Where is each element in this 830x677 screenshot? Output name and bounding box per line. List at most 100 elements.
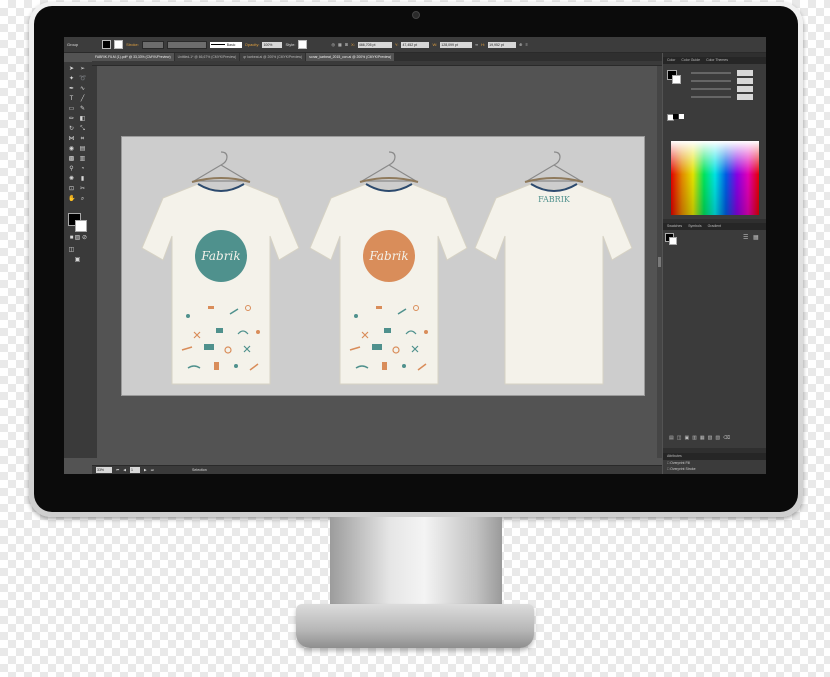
zoom-field[interactable]: 33% bbox=[96, 467, 112, 473]
overprint-fill-checkbox[interactable]: □ Overprint Fill bbox=[667, 461, 690, 465]
first-artboard-icon[interactable]: ⏮ bbox=[116, 468, 119, 472]
magic-wand-tool-icon[interactable]: ✦ bbox=[68, 76, 75, 83]
screen-mode-icon[interactable]: ▣ bbox=[74, 257, 81, 264]
fill-swatch[interactable] bbox=[102, 40, 112, 49]
link-proportions-icon[interactable]: ∞ bbox=[475, 42, 478, 47]
graphic-style-swatch[interactable] bbox=[298, 40, 308, 49]
rectangle-tool-icon[interactable]: ▭ bbox=[68, 106, 75, 113]
free-transform-tool-icon[interactable]: ⌗ bbox=[79, 136, 86, 143]
swatches-panel: ☰ ▦ ▤◫▣▥▦▧▨⌫ bbox=[663, 230, 766, 448]
swatch-stroke-box[interactable] bbox=[669, 237, 677, 245]
black-swatch[interactable] bbox=[673, 114, 678, 119]
hand-tool-icon[interactable]: ✋ bbox=[68, 196, 75, 203]
list-view-icon[interactable]: ☰ bbox=[743, 234, 748, 241]
opacity-label[interactable]: Opacity: bbox=[245, 42, 260, 47]
width-field[interactable]: 128,099 pt bbox=[440, 41, 473, 48]
tab-symbols[interactable]: Symbols bbox=[688, 223, 701, 230]
color-slider-y[interactable] bbox=[691, 88, 731, 90]
attributes-panel-tab: Attributes bbox=[663, 453, 766, 460]
pen-tool-icon[interactable]: ✒ bbox=[68, 86, 75, 93]
control-menu-icon[interactable]: ≡ bbox=[526, 42, 528, 47]
tools-panel: ➤ ➢ ✦ ➰ ✒ ∿ T ╱ ▭ ✎ ✏ ◧ ↻ ⤡ ⋈ ⌗ ◉ ▤ ▩ ▥ … bbox=[64, 62, 93, 458]
stroke-swatch[interactable] bbox=[114, 40, 124, 49]
lasso-tool-icon[interactable]: ➰ bbox=[79, 76, 86, 83]
width-tool-icon[interactable]: ⋈ bbox=[68, 136, 75, 143]
paintbrush-tool-icon[interactable]: ✎ bbox=[79, 106, 86, 113]
brush-profile-label: Basic bbox=[226, 42, 236, 47]
y-field[interactable]: 47,452 pt bbox=[401, 41, 430, 48]
selection-type-label: Group bbox=[67, 42, 79, 47]
height-field[interactable]: 19,952 pt bbox=[488, 41, 517, 48]
perspective-grid-tool-icon[interactable]: ▤ bbox=[79, 146, 86, 153]
draw-mode-icon[interactable]: ◫ bbox=[68, 247, 75, 254]
gradient-mode-icon[interactable]: ▨ bbox=[74, 235, 81, 242]
color-stroke-box[interactable] bbox=[672, 75, 681, 84]
none-mode-icon[interactable]: ⊘ bbox=[81, 235, 88, 242]
blend-tool-icon[interactable]: ◔ bbox=[79, 166, 86, 173]
stroke-label[interactable]: Stroke: bbox=[126, 42, 139, 47]
type-tool-icon[interactable]: T bbox=[68, 96, 75, 103]
document-tab[interactable]: FABRIK.FILM (1).pdf* @ 33,33% (CMYK/Prev… bbox=[92, 53, 174, 61]
color-slider-c[interactable] bbox=[691, 72, 731, 74]
document-tab[interactable]: sonar_karbeat_2015_con.ai @ 200% (CMYK/P… bbox=[306, 53, 395, 61]
direct-selection-tool-icon[interactable]: ➢ bbox=[79, 66, 86, 73]
transform-icon[interactable]: ⊕ bbox=[519, 42, 522, 47]
tab-color-themes[interactable]: Color Themes bbox=[706, 57, 728, 64]
overprint-fill-label: Overprint Fill bbox=[670, 461, 690, 465]
thumbnail-view-icon[interactable]: ▦ bbox=[753, 234, 759, 241]
scrollbar-thumb[interactable] bbox=[658, 257, 661, 267]
tab-color[interactable]: Color bbox=[667, 57, 675, 64]
color-spectrum[interactable] bbox=[671, 141, 759, 215]
artboard-number-field[interactable]: 1 bbox=[130, 467, 140, 473]
logo-text: Fabrik bbox=[368, 249, 408, 263]
tshirt-front-orange: Fabrik bbox=[309, 151, 468, 385]
overprint-stroke-checkbox[interactable]: □ Overprint Stroke bbox=[667, 467, 696, 471]
slice-tool-icon[interactable]: ✂ bbox=[79, 186, 86, 193]
stroke-weight-field[interactable] bbox=[141, 40, 164, 49]
document-tab[interactable]: Untitled-1* @ 66,67% (CMYK/Preview) bbox=[174, 53, 240, 61]
tab-swatches[interactable]: Swatches bbox=[667, 223, 682, 230]
recolor-icon[interactable]: ◎ bbox=[331, 42, 335, 47]
selection-tool-icon[interactable]: ➤ bbox=[68, 66, 75, 73]
x-field[interactable]: 466,705 pt bbox=[357, 41, 392, 48]
align-icon[interactable]: ▦ bbox=[338, 42, 342, 47]
graph-tool-icon[interactable]: ▮ bbox=[79, 176, 86, 183]
stroke-color-box[interactable] bbox=[75, 220, 87, 232]
attributes-panel: □ Overprint Fill □ Overprint Stroke bbox=[663, 460, 766, 474]
gradient-tool-icon[interactable]: ▥ bbox=[79, 156, 86, 163]
shape-builder-tool-icon[interactable]: ◉ bbox=[68, 146, 75, 153]
eraser-tool-icon[interactable]: ◧ bbox=[79, 116, 86, 123]
color-value-c[interactable] bbox=[737, 70, 753, 76]
symbol-sprayer-tool-icon[interactable]: ✺ bbox=[68, 176, 75, 183]
line-tool-icon[interactable]: ╱ bbox=[79, 96, 86, 103]
artboard-tool-icon[interactable]: ⊡ bbox=[68, 186, 75, 193]
document-tab[interactable]: qr karbeat.ai @ 200% (CMYK/Preview) bbox=[240, 53, 306, 61]
color-value-m[interactable] bbox=[737, 78, 753, 84]
zoom-tool-icon[interactable]: ⌕ bbox=[79, 196, 86, 203]
mesh-tool-icon[interactable]: ▩ bbox=[68, 156, 75, 163]
next-artboard-icon[interactable]: ▶ bbox=[144, 468, 147, 472]
opacity-field[interactable]: 100% bbox=[262, 41, 283, 48]
scale-tool-icon[interactable]: ⤡ bbox=[79, 126, 86, 133]
color-value-y[interactable] bbox=[737, 86, 753, 92]
curvature-tool-icon[interactable]: ∿ bbox=[79, 86, 86, 93]
white-swatch[interactable] bbox=[679, 114, 684, 119]
eyedropper-tool-icon[interactable]: ⚲ bbox=[68, 166, 75, 173]
overprint-stroke-label: Overprint Stroke bbox=[670, 467, 696, 471]
tshirt-front-teal: Fabrik bbox=[141, 151, 300, 385]
color-slider-k[interactable] bbox=[691, 96, 731, 98]
variable-width-dropdown[interactable] bbox=[166, 40, 207, 49]
rotate-tool-icon[interactable]: ↻ bbox=[68, 126, 75, 133]
tab-attributes[interactable]: Attributes bbox=[667, 453, 682, 460]
tab-gradient[interactable]: Gradient bbox=[708, 223, 721, 230]
reference-point-icon[interactable]: ⊞ bbox=[345, 42, 348, 47]
color-slider-m[interactable] bbox=[691, 80, 731, 82]
last-artboard-icon[interactable]: ⏭ bbox=[151, 468, 154, 472]
tab-color-guide[interactable]: Color Guide bbox=[681, 57, 700, 64]
swatch-actions[interactable]: ▤◫▣▥▦▧▨⌫ bbox=[669, 435, 733, 441]
prev-artboard-icon[interactable]: ◀ bbox=[123, 468, 126, 472]
brush-profile-dropdown[interactable]: Basic bbox=[209, 41, 242, 48]
pencil-tool-icon[interactable]: ✏ bbox=[68, 116, 75, 123]
illustrator-window: Group Stroke: Basic Opacity: 100% Style:… bbox=[64, 37, 766, 474]
color-value-k[interactable] bbox=[737, 94, 753, 100]
